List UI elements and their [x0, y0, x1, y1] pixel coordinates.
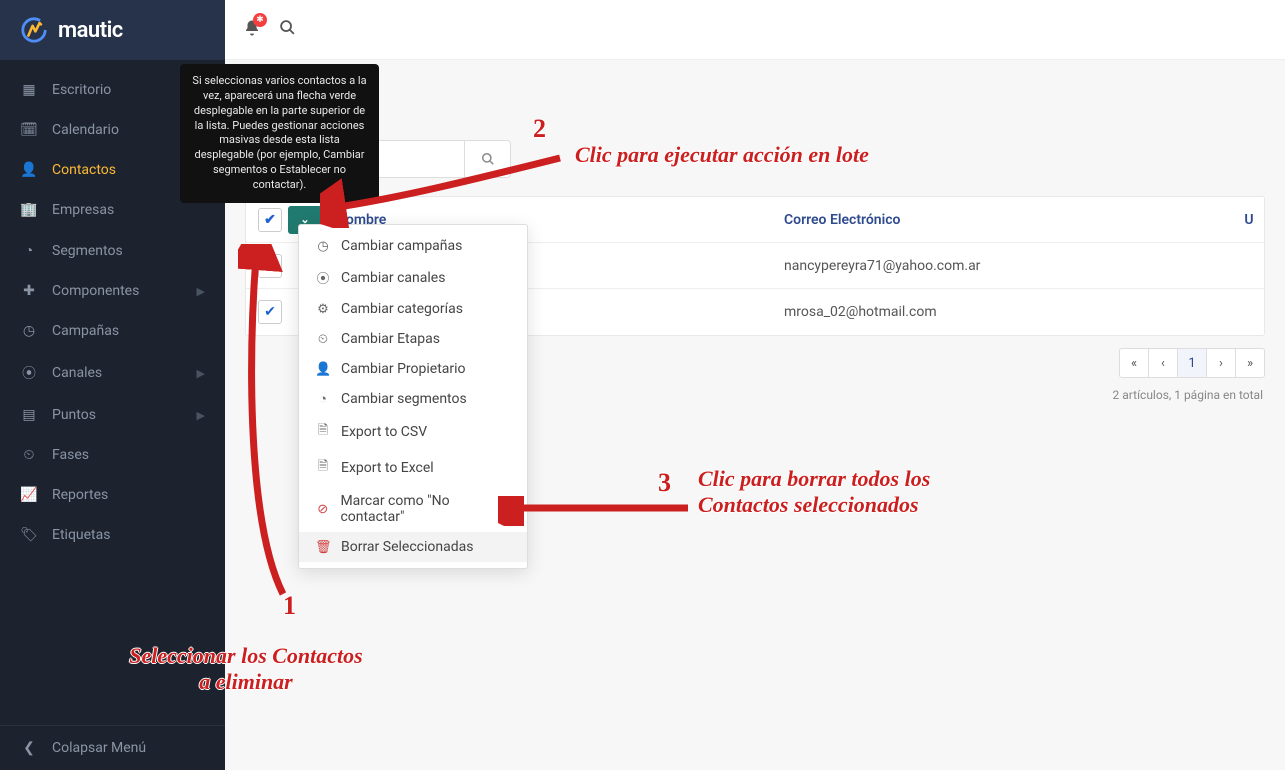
user-icon: 👤	[20, 162, 38, 178]
user-icon: 👤	[315, 362, 331, 377]
chevron-right-icon: ▶	[197, 367, 205, 380]
batch-actions-menu: ◷ Cambiar campañas ⦿ Cambiar canales ⚙ Camb…	[298, 224, 528, 569]
row-checkbox[interactable]	[258, 300, 282, 324]
grid-icon: ▦	[20, 82, 38, 98]
menu-label: Cambiar categorías	[341, 301, 463, 317]
logo-text: mautic	[58, 18, 123, 43]
nav-label: Empresas	[52, 202, 114, 218]
gauge-icon: ⏲	[315, 332, 331, 347]
menu-label: Cambiar Propietario	[341, 361, 466, 377]
nav-label: Calendario	[52, 122, 119, 138]
search-toolbar	[245, 140, 1265, 178]
page-first[interactable]: «	[1119, 348, 1149, 378]
nav-label: Etiquetas	[52, 527, 110, 543]
menu-label: Export to CSV	[341, 424, 427, 440]
calendar-icon: 🗓	[20, 122, 38, 138]
nav-label: Contactos	[52, 162, 116, 178]
tag-icon: 🏷	[20, 527, 38, 543]
nav-campanas[interactable]: ◷ Campañas	[0, 311, 225, 351]
column-email[interactable]: Correo Electrónico	[784, 212, 1234, 228]
page-prev[interactable]: ‹	[1148, 348, 1178, 378]
nav-fases[interactable]: ⏲ Fases	[0, 435, 225, 475]
nav-label: Campañas	[52, 323, 119, 339]
menu-label: Borrar Seleccionadas	[341, 539, 473, 555]
help-tooltip: Si seleccionas varios contactos a la vez…	[180, 64, 379, 203]
menu-label: Cambiar segmentos	[341, 391, 467, 407]
select-all-checkbox[interactable]	[258, 208, 282, 232]
menu-label: Cambiar campañas	[341, 238, 462, 254]
nav-label: Componentes	[52, 283, 139, 299]
page-next[interactable]: ›	[1206, 348, 1236, 378]
mautic-logo-icon	[20, 16, 48, 44]
clock-icon: ◷	[20, 323, 38, 339]
piechart-icon: ◔	[315, 391, 331, 407]
piechart-icon: ◔	[20, 242, 38, 259]
page-1[interactable]: 1	[1177, 348, 1207, 378]
menu-cambiar-campanas[interactable]: ◷ Cambiar campañas	[299, 231, 527, 261]
menu-label: Cambiar Etapas	[341, 331, 440, 347]
file-icon: 🗎	[315, 421, 331, 443]
nav-label: Fases	[52, 447, 89, 463]
pagination: « ‹ 1 › »	[1120, 348, 1265, 378]
file-icon: 🗎	[315, 457, 331, 479]
search-icon	[279, 19, 296, 36]
gauge-icon: ⏲	[20, 447, 38, 463]
nav-puntos[interactable]: ▤ Puntos ▶	[0, 395, 225, 435]
notifications-button[interactable]: ✱	[243, 19, 261, 41]
chevron-left-icon: ❮	[20, 740, 38, 756]
collapse-menu[interactable]: ❮ Colapsar Menú	[0, 725, 225, 770]
calc-icon: ▤	[20, 407, 38, 423]
row-checkbox[interactable]	[258, 254, 282, 278]
nav-etiquetas[interactable]: 🏷 Etiquetas	[0, 515, 225, 555]
puzzle-icon: ✚	[20, 283, 38, 299]
contacts-search-button[interactable]	[465, 140, 511, 178]
menu-label: Export to Excel	[341, 460, 434, 476]
menu-cambiar-categorias[interactable]: ⚙ Cambiar categorías	[299, 294, 527, 324]
global-search-button[interactable]	[279, 19, 296, 40]
menu-cambiar-propietario[interactable]: 👤 Cambiar Propietario	[299, 354, 527, 384]
nav-componentes[interactable]: ✚ Componentes ▶	[0, 271, 225, 311]
menu-export-excel[interactable]: 🗎 Export to Excel	[299, 450, 527, 486]
chevron-right-icon: ▶	[197, 409, 205, 422]
nav-label: Segmentos	[52, 243, 123, 259]
clock-icon: ◷	[315, 239, 331, 254]
notif-badge: ✱	[253, 13, 267, 27]
nav-canales[interactable]: ⦿ Canales ▶	[0, 351, 225, 395]
column-extra[interactable]: U	[1234, 212, 1264, 228]
rss-icon: ⦿	[315, 268, 331, 287]
menu-no-contactar[interactable]: ⊘ Marcar como "No contactar"	[299, 486, 527, 532]
nav-reportes[interactable]: 📈 Reportes	[0, 475, 225, 515]
graph-icon: 📈	[20, 487, 38, 503]
nav-label: Escritorio	[52, 82, 111, 98]
cell-email: nancypereyra71@yahoo.com.ar	[784, 258, 1234, 274]
forbid-icon: ⊘	[315, 502, 330, 517]
search-icon	[481, 152, 495, 166]
menu-cambiar-etapas[interactable]: ⏲ Cambiar Etapas	[299, 324, 527, 354]
topbar: ✱	[225, 0, 1285, 60]
cell-email: mrosa_02@hotmail.com	[784, 304, 1234, 320]
nav-label: Canales	[52, 365, 102, 381]
collapse-label: Colapsar Menú	[52, 740, 146, 756]
menu-label: Marcar como "No contactar"	[340, 493, 511, 525]
nav-segmentos[interactable]: ◔ Segmentos	[0, 230, 225, 271]
menu-export-csv[interactable]: 🗎 Export to CSV	[299, 414, 527, 450]
chevron-right-icon: ▶	[197, 285, 205, 298]
logo[interactable]: mautic	[0, 0, 225, 60]
menu-label: Cambiar canales	[341, 270, 445, 286]
trash-icon: 🗑	[315, 540, 331, 555]
nav-label: Reportes	[52, 487, 108, 503]
page-last[interactable]: »	[1235, 348, 1265, 378]
menu-borrar-seleccionadas[interactable]: 🗑 Borrar Seleccionadas	[299, 532, 527, 562]
cogs-icon: ⚙	[315, 302, 331, 317]
building-icon: 🏢	[20, 202, 38, 218]
nav-label: Puntos	[52, 407, 96, 423]
menu-cambiar-segmentos[interactable]: ◔ Cambiar segmentos	[299, 384, 527, 414]
menu-cambiar-canales[interactable]: ⦿ Cambiar canales	[299, 261, 527, 294]
rss-icon: ⦿	[20, 363, 38, 383]
